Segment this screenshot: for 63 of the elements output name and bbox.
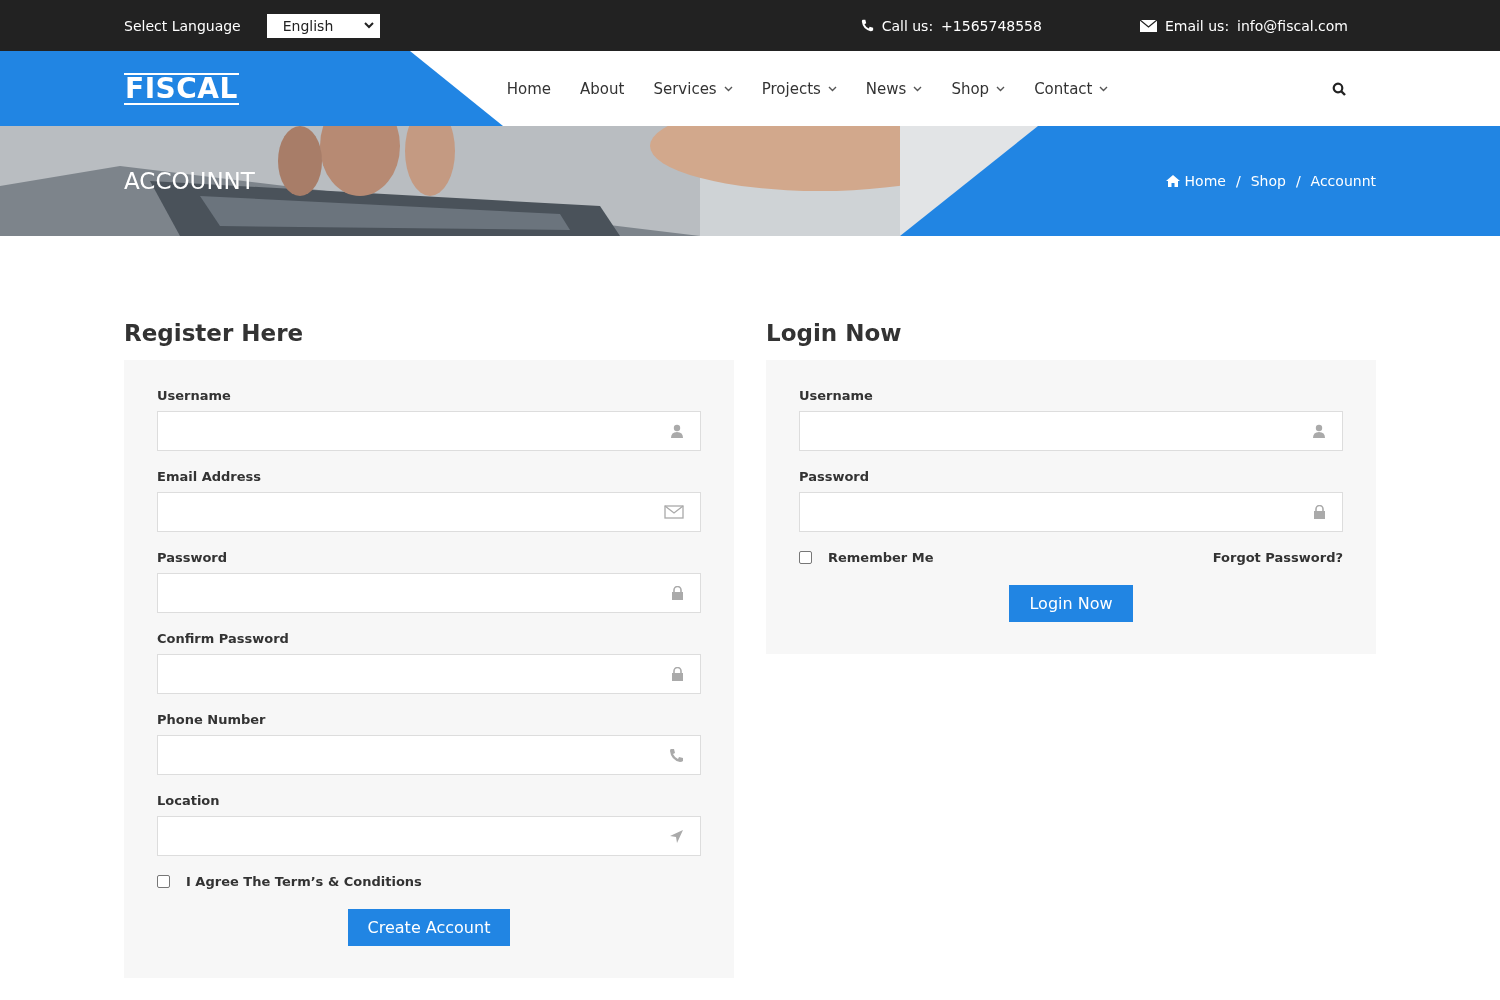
- chevron-icon: [913, 85, 923, 92]
- call-label: Call us:: [881, 17, 934, 34]
- envelope-icon: [1139, 19, 1157, 32]
- field-label: Username: [799, 388, 874, 403]
- field-label: Password: [799, 469, 871, 484]
- envelope-icon: [664, 505, 684, 519]
- phone-icon: [669, 747, 684, 763]
- chevron-icon: [996, 85, 1006, 92]
- field-label: Confirm Password: [157, 631, 290, 646]
- field-label: Location: [157, 793, 221, 808]
- navigation-arrow-icon: [669, 828, 684, 844]
- user-icon: [670, 424, 684, 438]
- chevron-icon: [363, 22, 374, 29]
- breadcrumb-link[interactable]: Shop: [1250, 173, 1286, 189]
- breadcrumb-link[interactable]: Home: [1165, 173, 1226, 189]
- nav-link[interactable]: Projects: [761, 79, 837, 98]
- user-icon: [1312, 424, 1326, 438]
- input-field[interactable]: [157, 816, 701, 856]
- email-address[interactable]: info@fiscal.com: [1237, 17, 1348, 34]
- field-label: Username: [157, 388, 232, 403]
- input-field[interactable]: [157, 573, 701, 613]
- chevron-icon: [1099, 85, 1109, 92]
- breadcrumb-separator: /: [1235, 173, 1241, 189]
- nav-link[interactable]: Shop: [951, 79, 1006, 98]
- language-label: Select Language: [124, 17, 241, 34]
- chevron-icon: [723, 85, 733, 92]
- nav-link[interactable]: Services: [653, 79, 733, 98]
- logo[interactable]: FISCAL: [124, 72, 239, 105]
- phone-number: +1565748558: [941, 17, 1042, 34]
- input-field[interactable]: [157, 411, 701, 451]
- field-label: Phone Number: [157, 712, 267, 727]
- create-account-button[interactable]: Create Account: [347, 909, 511, 946]
- nav-link[interactable]: News: [865, 79, 923, 98]
- home-icon: [1165, 175, 1180, 187]
- page-title: ACCOUNNT: [124, 168, 255, 194]
- phone-icon: [860, 19, 874, 32]
- lock-icon: [671, 667, 684, 681]
- email-label: Email us:: [1164, 17, 1230, 34]
- input-field[interactable]: [157, 492, 701, 532]
- checkbox-label: Remember Me: [828, 550, 934, 565]
- language-select[interactable]: English: [266, 13, 380, 38]
- lock-icon: [1313, 505, 1326, 519]
- checkbox[interactable]: [157, 875, 170, 888]
- checkbox[interactable]: [799, 551, 812, 564]
- forgot-password-link[interactable]: Forgot Password?: [1212, 550, 1343, 565]
- nav-link[interactable]: Home: [506, 79, 552, 98]
- search-icon[interactable]: [1332, 81, 1346, 96]
- section-heading: Register Here: [124, 320, 305, 346]
- nav-link[interactable]: About: [580, 79, 625, 98]
- checkbox-label: I Agree The Term’s & Conditions: [186, 874, 422, 889]
- lock-icon: [671, 586, 684, 600]
- input-field[interactable]: [799, 411, 1343, 451]
- field-label: Email Address: [157, 469, 262, 484]
- login-button[interactable]: Login Now: [1009, 585, 1133, 622]
- chevron-icon: [827, 85, 837, 92]
- breadcrumb-separator: /: [1295, 173, 1301, 189]
- input-field[interactable]: [799, 492, 1343, 532]
- nav-link[interactable]: Contact: [1034, 79, 1109, 98]
- input-field[interactable]: [157, 654, 701, 694]
- input-field[interactable]: [157, 735, 701, 775]
- breadcrumb-link[interactable]: Accounnt: [1310, 173, 1376, 189]
- field-label: Password: [157, 550, 229, 565]
- section-heading: Login Now: [766, 320, 903, 346]
